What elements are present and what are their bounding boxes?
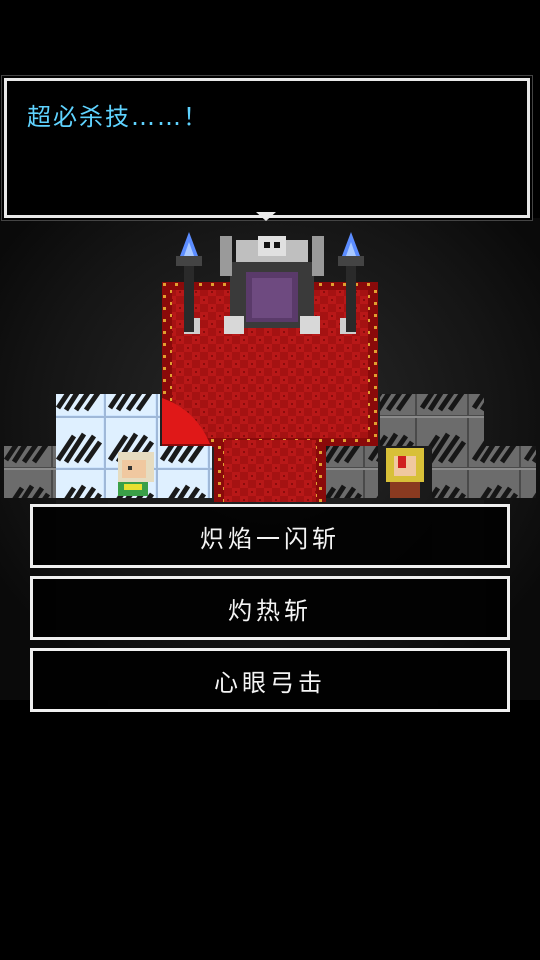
choice-button-1[interactable]: 炽焰一闪斩 (30, 504, 510, 568)
choice-button-2[interactable]: 灼热斩 (30, 576, 510, 640)
ally-character (386, 448, 424, 498)
skill-choice-menu: 炽焰一闪斩 灼热斩 心眼弓击 (30, 504, 510, 720)
choice-button-3[interactable]: 心眼弓击 (30, 648, 510, 712)
dialog-text: 超必杀技……！ (27, 103, 209, 131)
game-screen: 超必杀技……！ 炽焰一闪斩 灼热斩 心眼弓击 (0, 0, 540, 960)
dialog-continue-arrow-icon[interactable] (256, 212, 276, 221)
choice-label: 心眼弓击 (214, 668, 326, 697)
choice-label: 灼热斩 (228, 596, 312, 625)
choice-label: 炽焰一闪斩 (200, 524, 340, 553)
dialog-box[interactable]: 超必杀技……！ (4, 78, 530, 218)
